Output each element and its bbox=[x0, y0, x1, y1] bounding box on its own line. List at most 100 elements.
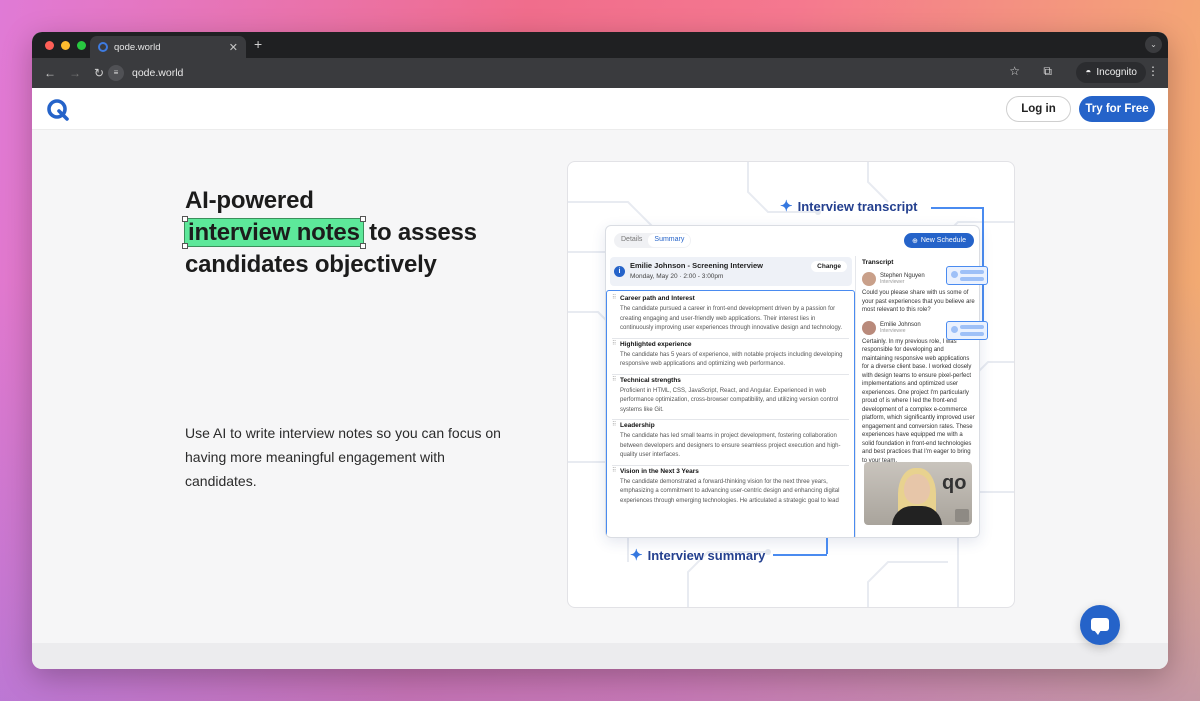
incognito-icon: ◓ bbox=[1085, 67, 1092, 78]
transcript-label-text: Interview transcript bbox=[797, 198, 918, 214]
transcript-heading: Transcript bbox=[862, 259, 894, 266]
forward-arrow-icon[interactable]: → bbox=[69, 66, 81, 80]
hero-title-line3: candidates objectively bbox=[185, 251, 437, 278]
new-schedule-label: New Schedule bbox=[920, 237, 966, 244]
reload-icon[interactable]: ↻ bbox=[94, 66, 104, 80]
hero-title: AI-powered interview notes to assess can… bbox=[182, 185, 477, 281]
section-heading: Leadership bbox=[620, 422, 655, 429]
sparkle-icon: ✦ bbox=[630, 547, 643, 564]
tab-search-chevron-icon[interactable]: ⌄ bbox=[1145, 36, 1162, 53]
section-heading: Highlighted experience bbox=[620, 340, 692, 348]
hero-title-rest: to assess bbox=[362, 219, 477, 246]
interview-time: Monday, May 20 · 2:00 - 3:00pm bbox=[630, 273, 724, 280]
video-thumbnail[interactable]: qo bbox=[864, 462, 972, 525]
close-tab-icon[interactable]: ✕ bbox=[229, 41, 238, 54]
resize-handle bbox=[359, 243, 366, 249]
interview-title: Emilie Johnson - Screening Interview bbox=[630, 261, 763, 270]
connector-line bbox=[773, 554, 827, 556]
chat-icon bbox=[1091, 618, 1109, 635]
background-letters: qo bbox=[942, 472, 967, 494]
section-body: The candidate pursued a career in front-… bbox=[620, 306, 843, 331]
plus-icon: ⊕ bbox=[911, 237, 918, 245]
transcript-label: ✦ Interview transcript bbox=[780, 197, 918, 215]
summary-label: ✦ Interview summary bbox=[630, 546, 765, 564]
tab-summary[interactable]: Summary bbox=[648, 234, 691, 247]
tab-details[interactable]: Details bbox=[615, 234, 648, 247]
browser-window: qode.world ✕ + ⌄ ← → ↻ ≡ qode.world ☆ ⧉ … bbox=[32, 32, 1168, 669]
close-window-button[interactable] bbox=[45, 40, 54, 50]
section-body: The candidate has led small teams in pro… bbox=[620, 433, 841, 458]
window-controls bbox=[45, 40, 86, 50]
illustration-card: ✦ Interview transcript Details Summary ⊕… bbox=[567, 161, 1015, 608]
speaker-role: Interviewee bbox=[880, 327, 906, 334]
tab-bar: qode.world ✕ + ⌄ bbox=[32, 32, 1168, 58]
transcript-message: Certainly. In my previous role, I was re… bbox=[862, 338, 975, 464]
sparkle-icon: ✦ bbox=[780, 198, 793, 215]
hero-subtitle: Use AI to write interview notes so you c… bbox=[185, 425, 501, 489]
section-heading: Vision in the Next 3 Years bbox=[620, 467, 699, 475]
incognito-label: Incognito bbox=[1096, 67, 1137, 78]
transcript-pane: Transcript Stephen Nguyen Interviewer Cou… bbox=[855, 256, 979, 537]
avatar bbox=[862, 272, 876, 286]
url-text: qode.world bbox=[132, 67, 184, 79]
try-for-free-button[interactable]: Try for Free bbox=[1079, 96, 1155, 122]
new-schedule-button[interactable]: ⊕ New Schedule bbox=[903, 233, 974, 248]
highlighted-phrase: interview notes bbox=[182, 216, 366, 249]
login-button[interactable]: Log in bbox=[1006, 96, 1071, 122]
summary-section: Highlighted experience The candidate has … bbox=[612, 339, 849, 375]
summary-label-text: Interview summary bbox=[647, 547, 766, 563]
resize-handle bbox=[182, 216, 188, 222]
section-body: The candidate has 5 years of experience,… bbox=[620, 351, 843, 368]
self-view bbox=[955, 509, 969, 522]
section-heading: Career path and Interest bbox=[620, 295, 695, 302]
summary-section: Technical strengths Proficient in HTML, C… bbox=[612, 375, 849, 420]
qode-favicon-icon bbox=[98, 42, 108, 52]
speaker-name: Emilie Johnson bbox=[880, 321, 921, 328]
highlight-text: interview notes bbox=[188, 219, 360, 246]
url-field[interactable]: ≡ qode.world bbox=[108, 62, 1040, 84]
tab-title: qode.world bbox=[114, 41, 161, 53]
avatar bbox=[862, 320, 876, 335]
speaker-role: Interviewer bbox=[880, 279, 905, 285]
interview-app-mockup: Details Summary ⊕ New Schedule i Emilie J… bbox=[605, 225, 980, 538]
address-bar-row: ← → ↻ ≡ qode.world ☆ ⧉ ◓ Incognito ⋮ bbox=[32, 58, 1168, 88]
bookmark-star-icon[interactable]: ☆ bbox=[1009, 64, 1020, 78]
info-icon: i bbox=[614, 266, 625, 277]
maximize-window-button[interactable] bbox=[77, 40, 86, 50]
extensions-icon[interactable]: ⧉ bbox=[1043, 64, 1052, 79]
bubble-bar bbox=[960, 277, 984, 281]
hero-title-line1: AI-powered bbox=[185, 187, 314, 214]
chat-bubble-graphic bbox=[946, 266, 988, 285]
nav-controls: ← → ↻ bbox=[44, 66, 104, 80]
summary-section: Leadership The candidate has led small te… bbox=[612, 420, 849, 466]
incognito-badge[interactable]: ◓ Incognito bbox=[1076, 62, 1146, 83]
bubble-dot bbox=[951, 271, 958, 278]
browser-tab[interactable]: qode.world ✕ bbox=[90, 36, 246, 58]
chat-bubble-graphic bbox=[946, 321, 988, 340]
resize-handle bbox=[182, 243, 188, 249]
section-body: The candidate demonstrated a forward-thi… bbox=[620, 478, 840, 504]
site-header: Log in Try for Free bbox=[32, 88, 1168, 130]
bubble-dot bbox=[951, 326, 958, 333]
change-button[interactable]: Change bbox=[811, 261, 847, 272]
video-person bbox=[904, 474, 930, 504]
interview-info: i Emilie Johnson - Screening Interview M… bbox=[610, 257, 852, 286]
summary-pane: i Emilie Johnson - Screening Interview M… bbox=[606, 256, 855, 537]
footer-strip bbox=[32, 643, 1168, 669]
bubble-bar bbox=[960, 270, 984, 274]
section-heading: Technical strengths bbox=[620, 376, 681, 384]
summary-sections: Career path and Interest The candidate pu… bbox=[606, 290, 855, 537]
summary-section: Career path and Interest The candidate pu… bbox=[612, 293, 849, 339]
minimize-window-button[interactable] bbox=[61, 40, 70, 50]
bubble-bar bbox=[960, 332, 984, 336]
transcript-message: Could you please share with us some of y… bbox=[862, 290, 975, 313]
new-tab-icon[interactable]: + bbox=[254, 36, 262, 52]
qode-logo-icon[interactable] bbox=[46, 98, 70, 122]
bubble-bar bbox=[960, 325, 984, 329]
chat-widget-button[interactable] bbox=[1080, 605, 1120, 645]
site-settings-icon[interactable]: ≡ bbox=[108, 65, 124, 81]
connector-line bbox=[931, 207, 983, 209]
back-arrow-icon[interactable]: ← bbox=[44, 66, 56, 80]
resize-handle bbox=[359, 216, 366, 222]
browser-menu-icon[interactable]: ⋮ bbox=[1147, 64, 1159, 78]
